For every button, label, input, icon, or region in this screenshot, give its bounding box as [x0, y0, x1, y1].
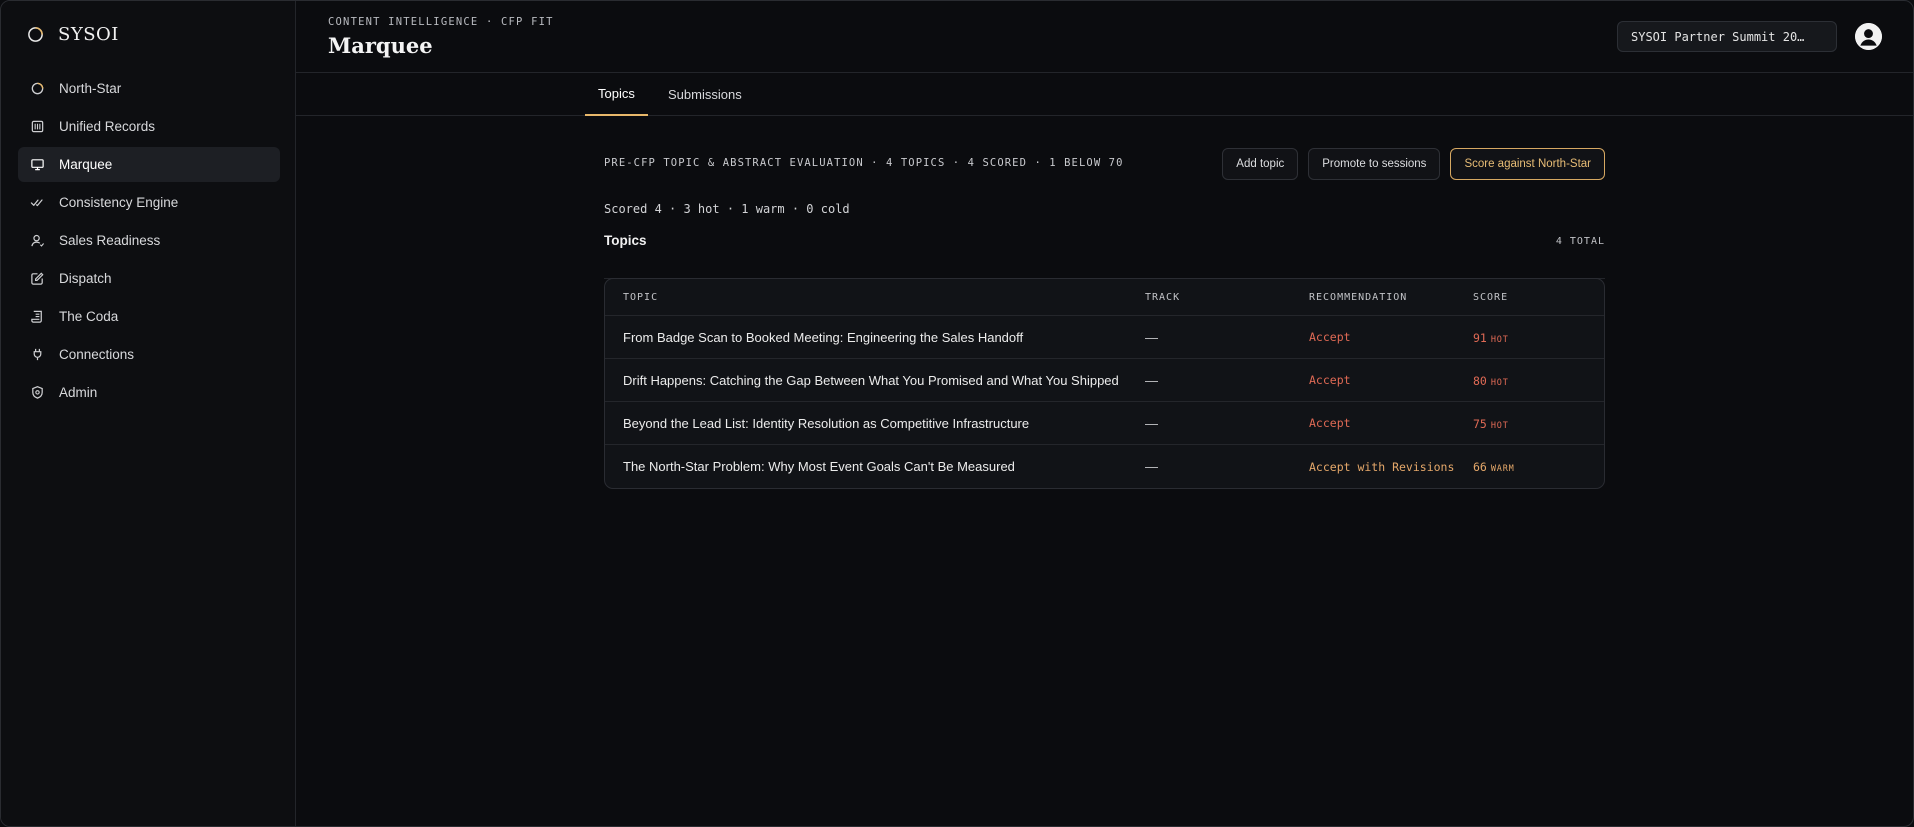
- recommendation-value: Accept: [1309, 330, 1351, 344]
- plug-icon: [30, 347, 45, 362]
- table-header: TOPIC TRACK RECOMMENDATION SCORE: [605, 279, 1604, 316]
- sidebar-item-label: Marquee: [59, 157, 113, 172]
- sidebar-item-the-coda[interactable]: The Coda: [18, 299, 280, 334]
- score-against-north-star-button[interactable]: Score against North-Star: [1450, 148, 1605, 180]
- table-row[interactable]: The North-Star Problem: Why Most Event G…: [605, 445, 1604, 488]
- sidebar-item-marquee[interactable]: Marquee: [18, 147, 280, 182]
- scored-summary: Scored 4 · 3 hot · 1 warm · 0 cold: [604, 202, 850, 216]
- score-tier: HOT: [1490, 420, 1509, 431]
- tab-topics[interactable]: Topics: [585, 73, 648, 116]
- sidebar-item-label: Unified Records: [59, 119, 156, 134]
- recommendation-value: Accept with Revisions: [1309, 459, 1455, 474]
- sidebar-item-label: North-Star: [59, 81, 122, 96]
- evaluation-summary: PRE-CFP TOPIC & ABSTRACT EVALUATION · 4 …: [604, 157, 1124, 169]
- track-value: —: [1145, 415, 1158, 431]
- brand-name: SYSOI: [58, 23, 119, 45]
- page-header: CONTENT INTELLIGENCE · CFP FIT Marquee S…: [296, 1, 1913, 73]
- brand[interactable]: SYSOI: [27, 23, 119, 45]
- sidebar-item-connections[interactable]: Connections: [18, 337, 280, 372]
- shield-icon: [30, 385, 45, 400]
- recommendation-value: Accept: [1309, 373, 1351, 387]
- sidebar-item-label: Connections: [59, 347, 135, 362]
- column-header-track[interactable]: TRACK: [1145, 292, 1309, 303]
- column-header-topic[interactable]: TOPIC: [605, 292, 1145, 303]
- sidebar-item-dispatch[interactable]: Dispatch: [18, 261, 280, 296]
- promote-to-sessions-button[interactable]: Promote to sessions: [1308, 148, 1441, 180]
- table-row[interactable]: From Badge Scan to Booked Meeting: Engin…: [605, 316, 1604, 359]
- presentation-icon: [30, 157, 45, 172]
- score-tier: WARM: [1490, 464, 1515, 474]
- page-title: Marquee: [328, 33, 433, 58]
- topics-table: TOPIC TRACK RECOMMENDATION SCORE From Ba…: [604, 278, 1605, 489]
- sidebar-nav: North-Star Unified Records Marquee Consi…: [18, 71, 280, 413]
- score-value: 80: [1473, 373, 1487, 388]
- records-icon: [30, 119, 45, 134]
- section-title: Topics: [604, 233, 647, 248]
- add-topic-button[interactable]: Add topic: [1222, 148, 1299, 180]
- score-cell: 91 HOT: [1473, 330, 1593, 345]
- topic-title[interactable]: From Badge Scan to Booked Meeting: Engin…: [605, 330, 1145, 345]
- edit-icon: [30, 271, 45, 286]
- sidebar-item-label: Admin: [59, 385, 98, 400]
- scroll-icon: [30, 309, 45, 324]
- table-row[interactable]: Drift Happens: Catching the Gap Between …: [605, 359, 1604, 402]
- topic-title[interactable]: Drift Happens: Catching the Gap Between …: [605, 373, 1145, 388]
- app-window: SYSOI North-Star Unified Records Marquee: [0, 0, 1914, 827]
- sidebar: SYSOI North-Star Unified Records Marquee: [1, 1, 296, 826]
- score-cell: 75 HOT: [1473, 416, 1593, 431]
- score-value: 66: [1473, 460, 1487, 474]
- sidebar-item-unified-records[interactable]: Unified Records: [18, 109, 280, 144]
- tab-bar: Topics Submissions: [296, 73, 1913, 116]
- track-value: —: [1145, 459, 1158, 474]
- sidebar-item-consistency-engine[interactable]: Consistency Engine: [18, 185, 280, 220]
- event-selector[interactable]: SYSOI Partner Summit 20…: [1617, 21, 1837, 52]
- sidebar-item-label: Consistency Engine: [59, 195, 179, 210]
- table-row[interactable]: Beyond the Lead List: Identity Resolutio…: [605, 402, 1604, 445]
- score-tier: HOT: [1490, 377, 1509, 388]
- sidebar-item-label: Sales Readiness: [59, 233, 161, 248]
- north-star-icon: [30, 81, 45, 96]
- page-eyebrow: CONTENT INTELLIGENCE · CFP FIT: [328, 16, 554, 28]
- sidebar-item-sales-readiness[interactable]: Sales Readiness: [18, 223, 280, 258]
- score-cell: 66 WARM: [1473, 459, 1593, 474]
- sidebar-item-admin[interactable]: Admin: [18, 375, 280, 410]
- column-header-score[interactable]: SCORE: [1473, 292, 1593, 303]
- score-value: 91: [1473, 330, 1487, 345]
- recommendation-value: Accept: [1309, 416, 1351, 430]
- sidebar-item-north-star[interactable]: North-Star: [18, 71, 280, 106]
- user-avatar-icon[interactable]: [1855, 23, 1882, 50]
- double-check-icon: [30, 195, 45, 210]
- track-value: —: [1145, 329, 1158, 345]
- column-header-recommendation[interactable]: RECOMMENDATION: [1309, 292, 1473, 303]
- sidebar-item-label: The Coda: [59, 309, 119, 324]
- action-bar: Add topic Promote to sessions Score agai…: [1222, 148, 1605, 180]
- topics-section-header: Topics 4 TOTAL: [604, 233, 1605, 279]
- score-tier: HOT: [1490, 334, 1509, 345]
- sidebar-item-label: Dispatch: [59, 271, 112, 286]
- tab-submissions[interactable]: Submissions: [655, 73, 755, 116]
- track-value: —: [1145, 372, 1158, 388]
- section-count: 4 TOTAL: [1555, 236, 1605, 247]
- score-cell: 80 HOT: [1473, 373, 1593, 388]
- score-value: 75: [1473, 416, 1487, 431]
- user-icon: [30, 233, 45, 248]
- topic-title[interactable]: Beyond the Lead List: Identity Resolutio…: [605, 416, 1145, 431]
- topic-title[interactable]: The North-Star Problem: Why Most Event G…: [605, 459, 1145, 474]
- brand-ring-icon: [27, 26, 44, 43]
